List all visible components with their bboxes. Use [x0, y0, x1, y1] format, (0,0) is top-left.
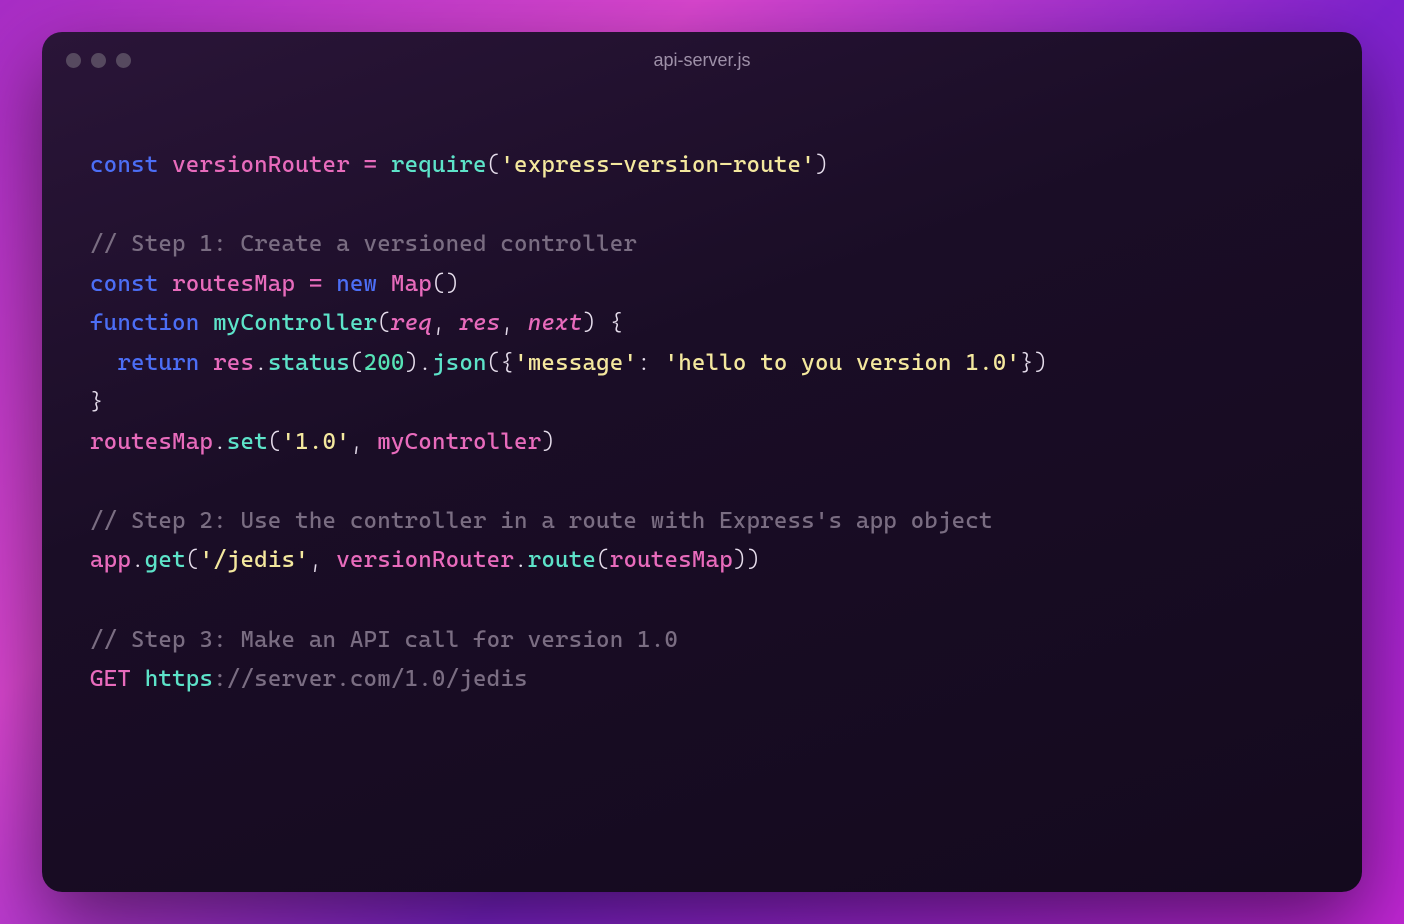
code-line: // Step 1: Create a versioned controller	[90, 231, 637, 257]
code-line: const versionRouter = require('express-v…	[90, 152, 829, 178]
code-line: // Step 3: Make an API call for version …	[90, 627, 678, 653]
code-line: routesMap.set('1.0', myController)	[90, 429, 555, 455]
code-editor[interactable]: const versionRouter = require('express-v…	[42, 88, 1362, 892]
traffic-lights	[66, 53, 131, 68]
maximize-icon[interactable]	[116, 53, 131, 68]
code-line: GET https://server.com/1.0/jedis	[90, 666, 528, 692]
window-title: api-server.js	[653, 50, 750, 71]
close-icon[interactable]	[66, 53, 81, 68]
code-line: const routesMap = new Map()	[90, 271, 459, 297]
code-line: function myController(req, res, next) {	[90, 310, 623, 336]
code-line: // Step 2: Use the controller in a route…	[90, 508, 993, 534]
code-line: }	[90, 389, 104, 415]
minimize-icon[interactable]	[91, 53, 106, 68]
code-line: app.get('/jedis', versionRouter.route(ro…	[90, 547, 760, 573]
window-titlebar: api-server.js	[42, 32, 1362, 88]
code-line: return res.status(200).json({'message': …	[90, 350, 1047, 376]
code-window: api-server.js const versionRouter = requ…	[42, 32, 1362, 892]
